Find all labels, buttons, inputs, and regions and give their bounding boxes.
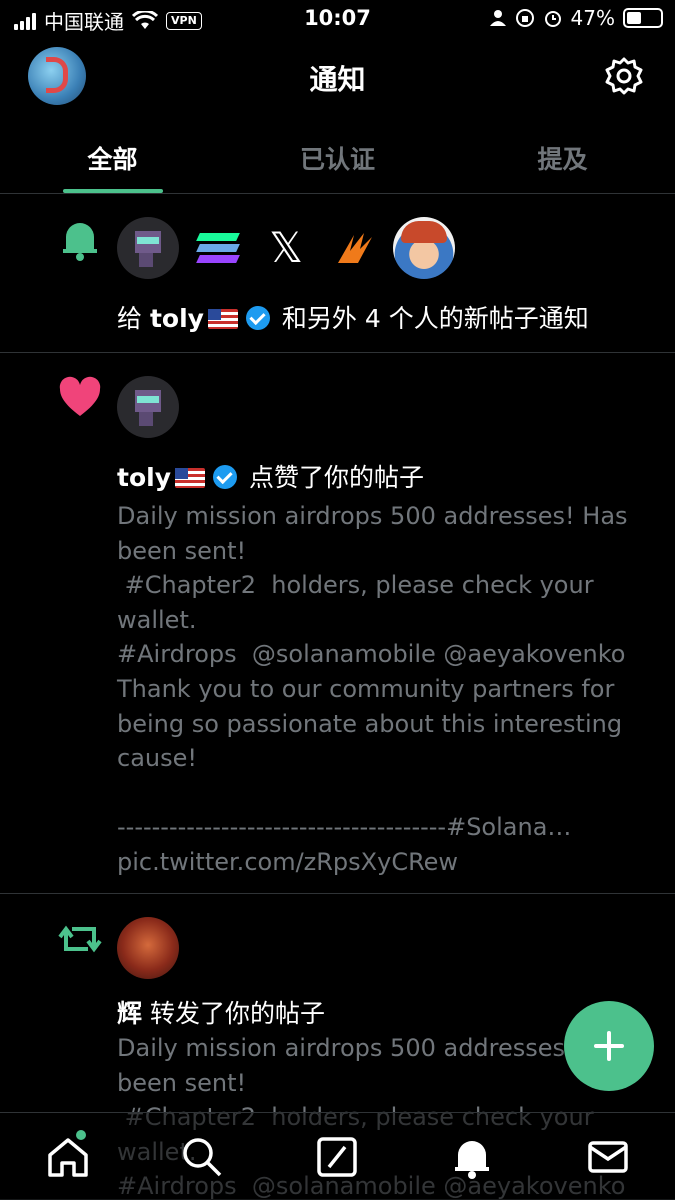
post-preview-text: Daily mission airdrops 500 addresses! Ha… [117,502,628,876]
home-notification-dot [76,1130,86,1140]
notification-action: 转发了你的帖子 [142,999,325,1028]
gear-icon[interactable] [604,56,644,96]
username[interactable]: toly [117,463,171,492]
bell-icon [63,223,97,261]
battery-icon [623,8,663,28]
home-icon[interactable] [46,1135,90,1179]
notification-action: 点赞了你的帖子 [241,463,424,492]
avatar-girl[interactable] [393,217,455,279]
notification-prefix: 给 [117,304,150,333]
search-icon[interactable] [180,1135,224,1179]
us-flag-icon [175,468,205,488]
battery-percent: 47% [570,6,615,30]
x-logo-icon: 𝕏 [269,223,303,272]
avatar-flame[interactable] [324,217,386,279]
status-right: 47% [489,6,663,30]
page-title: 通知 [309,63,366,96]
notification-suffix: 和另外 4 个人的新帖子通知 [273,304,589,333]
tab-bar: 全部 已认证 提及 [0,128,675,194]
flame-logo-icon [338,233,372,263]
notification-text: 给 toly 和另外 4 个人的新帖子通知 [117,299,589,335]
tab-all[interactable]: 全部 [0,128,225,193]
retweet-icon [58,925,102,953]
verified-badge-icon [213,465,237,489]
alarm-icon [544,11,561,27]
notification-text: toly 点赞了你的帖子 [117,458,424,494]
heart-icon [59,376,101,416]
verified-badge-icon [245,306,270,330]
avatar-x[interactable]: 𝕏 [255,217,317,279]
active-tab-indicator [62,189,163,193]
avatar-toly[interactable] [117,376,179,438]
tab-verified[interactable]: 已认证 [225,128,450,193]
us-flag-icon [207,309,238,329]
username[interactable]: 辉 [117,999,142,1028]
tab-mentions[interactable]: 提及 [450,128,675,193]
avatar-toly[interactable] [117,217,179,279]
notification-item-like[interactable]: toly 点赞了你的帖子 Daily mission airdrops 500 … [0,354,675,894]
rotation-lock-icon [515,9,534,27]
compose-icon[interactable] [315,1135,359,1179]
mail-icon[interactable] [586,1135,630,1179]
avatar-solana[interactable] [186,217,248,279]
bottom-nav [0,1112,675,1200]
bell-icon[interactable] [450,1135,494,1179]
person-icon [489,10,506,26]
notification-item-new-posts[interactable]: 𝕏 给 toly 和另外 4 个人的新帖子通知 [0,195,675,353]
avatar-hui[interactable] [117,917,179,979]
username[interactable]: toly [150,304,204,333]
compose-fab-button[interactable] [564,1001,654,1091]
tab-all-label: 全部 [87,145,138,174]
tab-mentions-label: 提及 [537,145,588,174]
status-bar: 中国联通 VPN 10:07 47% [0,0,675,38]
tab-verified-label: 已认证 [299,145,375,174]
notification-text: 辉 转发了你的帖子 [117,994,325,1030]
